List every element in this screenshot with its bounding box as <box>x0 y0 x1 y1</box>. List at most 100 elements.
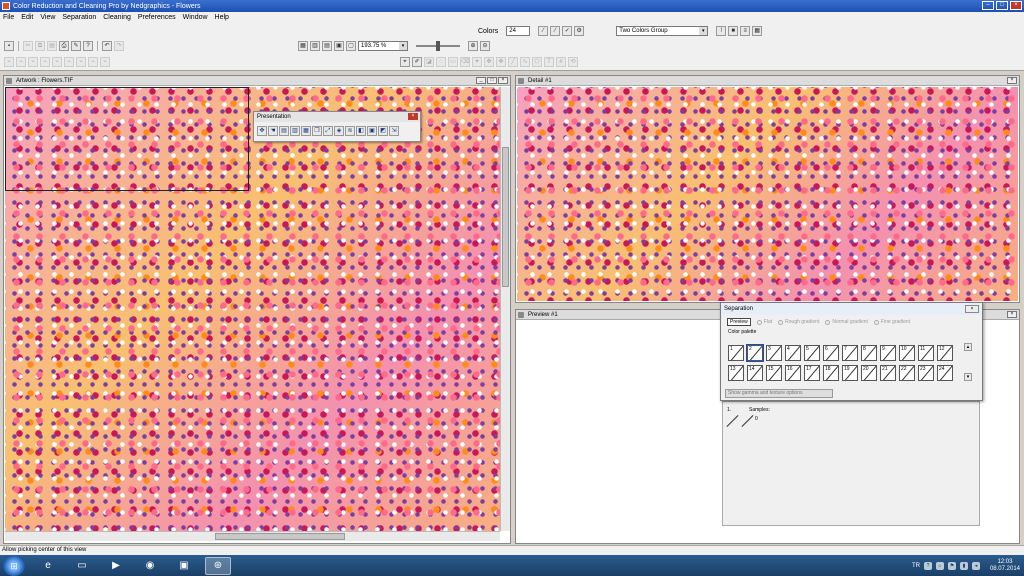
fill-icon[interactable]: ◪ <box>424 57 434 67</box>
tile-icon[interactable]: ▦ <box>301 126 311 136</box>
menu-file[interactable]: File <box>3 14 14 21</box>
copy-icon[interactable]: ⧉ <box>35 41 45 51</box>
zoom-slider[interactable] <box>416 41 460 51</box>
show-options-button[interactable]: Show gamma and texture options <box>725 389 833 398</box>
palette-swatch[interactable]: 11 <box>918 345 934 361</box>
close-button[interactable]: × <box>1010 1 1022 10</box>
minimize-button[interactable]: _ <box>476 77 486 84</box>
table-icon[interactable]: ▦ <box>752 26 763 36</box>
palette-swatch[interactable]: 16 <box>785 365 801 381</box>
print-icon[interactable]: ⎙ <box>59 41 69 51</box>
tool-icon-1[interactable]: ⌁ <box>4 57 14 67</box>
help-icon[interactable]: ? <box>923 561 932 570</box>
grid-icon[interactable]: # <box>556 57 566 67</box>
check-icon[interactable]: ✓ <box>562 26 573 36</box>
palette-swatch[interactable]: 5 <box>804 345 820 361</box>
palette-swatch[interactable]: 10 <box>899 345 915 361</box>
cut-icon[interactable]: ✂ <box>23 41 33 51</box>
language-indicator[interactable]: TR <box>912 563 920 569</box>
repeat-icon[interactable]: ⟲ <box>568 57 578 67</box>
chrome-icon[interactable]: ◉ <box>137 557 163 575</box>
palette-swatch[interactable]: 14 <box>747 365 763 381</box>
view-mode-icon-1[interactable]: ▦ <box>298 41 308 51</box>
palette-swatch[interactable]: 6 <box>823 345 839 361</box>
layers-icon[interactable]: ◈ <box>334 126 344 136</box>
eyedropper-icon[interactable]: ⁄ <box>538 26 549 36</box>
undo-icon[interactable]: ↶ <box>102 41 112 51</box>
close-button[interactable]: × <box>408 113 418 120</box>
menu-view[interactable]: View <box>40 14 55 21</box>
mode-preview[interactable]: Preview <box>727 318 751 326</box>
text-icon[interactable]: T <box>544 57 554 67</box>
scroll-thumb[interactable] <box>502 147 509 287</box>
close-button[interactable]: × <box>965 305 979 313</box>
ie-icon[interactable]: e <box>35 557 61 575</box>
palette-swatch[interactable]: 20 <box>861 365 877 381</box>
save-icon[interactable]: ▪ <box>4 41 14 51</box>
close-button[interactable]: × <box>1007 77 1017 84</box>
rect-icon[interactable]: ▭ <box>448 57 458 67</box>
fit-icon[interactable]: ⤢ <box>323 126 333 136</box>
app-window-icon[interactable]: ▣ <box>171 557 197 575</box>
scroll-up-icon[interactable]: ▴ <box>964 343 972 351</box>
palette-swatch[interactable]: 7 <box>842 345 858 361</box>
minimize-button[interactable]: – <box>982 1 994 10</box>
list-icon[interactable]: ≡ <box>740 26 751 36</box>
color-icon[interactable]: ■ <box>728 26 739 36</box>
tool-icon-2[interactable]: ⌁ <box>16 57 26 67</box>
slider-knob[interactable] <box>436 41 440 51</box>
mode-flat[interactable]: Flat <box>756 319 772 325</box>
view-mode-icon-4[interactable]: ▣ <box>334 41 344 51</box>
menu-edit[interactable]: Edit <box>21 14 33 21</box>
picker-icon[interactable]: ✎ <box>71 41 81 51</box>
mode-normal-gradient[interactable]: Normal gradient <box>825 319 868 325</box>
palette-swatch[interactable]: 3 <box>766 345 782 361</box>
zoom-select[interactable]: 193.75 % ▾ <box>358 41 408 51</box>
palette-swatch[interactable]: 9 <box>880 345 896 361</box>
palette-swatch[interactable]: 15 <box>766 365 782 381</box>
palette-swatch[interactable]: 12 <box>937 345 953 361</box>
view-mode-icon-3[interactable]: ▤ <box>322 41 332 51</box>
move-icon[interactable]: ✥ <box>484 57 494 67</box>
palette-swatch[interactable]: 18 <box>823 365 839 381</box>
palette-swatch[interactable]: 8 <box>861 345 877 361</box>
eyedropper-plus-icon[interactable]: ⁄ <box>550 26 561 36</box>
horizontal-scrollbar[interactable] <box>5 531 500 541</box>
split-vertical-icon[interactable]: ▥ <box>290 126 300 136</box>
cascade-icon[interactable]: ❐ <box>312 126 322 136</box>
split-horizontal-icon[interactable]: ▤ <box>279 126 289 136</box>
tool-icon-8[interactable]: ⌁ <box>88 57 98 67</box>
curve-icon[interactable]: ∿ <box>520 57 530 67</box>
zoom-out-icon[interactable]: ⊖ <box>480 41 490 51</box>
view-rectangle[interactable] <box>5 87 249 191</box>
brush-icon[interactable]: ✐ <box>412 57 422 67</box>
color-reduction-app-icon[interactable]: ⊛ <box>205 556 231 575</box>
poly-icon[interactable]: ⬠ <box>532 57 542 67</box>
palette-swatch[interactable]: 4 <box>785 345 801 361</box>
menu-preferences[interactable]: Preferences <box>138 14 176 21</box>
scroll-down-icon[interactable]: ▾ <box>964 373 972 381</box>
line-icon[interactable]: ╱ <box>508 57 518 67</box>
zoom-in-icon[interactable]: ⊕ <box>468 41 478 51</box>
network-icon[interactable]: ⌂ <box>935 561 944 570</box>
stamp-icon[interactable]: ◩ <box>378 126 388 136</box>
menu-help[interactable]: Help <box>215 14 229 21</box>
view-mode-icon-2[interactable]: ▥ <box>310 41 320 51</box>
erase-icon[interactable]: ⌫ <box>460 57 470 67</box>
palette-swatch[interactable]: 2 <box>746 344 764 362</box>
select-icon[interactable]: ⌖ <box>400 57 410 67</box>
battery-icon[interactable]: ▮ <box>959 561 968 570</box>
hand-icon[interactable]: ☚ <box>268 126 278 136</box>
tool-icon-6[interactable]: ⌁ <box>64 57 74 67</box>
sample-swatch[interactable] <box>741 414 755 428</box>
view-mode-icon-5[interactable]: ▢ <box>346 41 356 51</box>
help-icon[interactable]: ? <box>83 41 93 51</box>
detail-canvas[interactable] <box>517 87 1018 301</box>
export-icon[interactable]: ⇲ <box>389 126 399 136</box>
menu-cleaning[interactable]: Cleaning <box>103 14 131 21</box>
close-button[interactable]: × <box>498 77 508 84</box>
scroll-thumb[interactable] <box>215 533 345 540</box>
lasso-icon[interactable]: ◌ <box>436 57 446 67</box>
redo-icon[interactable]: ↷ <box>114 41 124 51</box>
vertical-scrollbar[interactable] <box>500 87 510 531</box>
